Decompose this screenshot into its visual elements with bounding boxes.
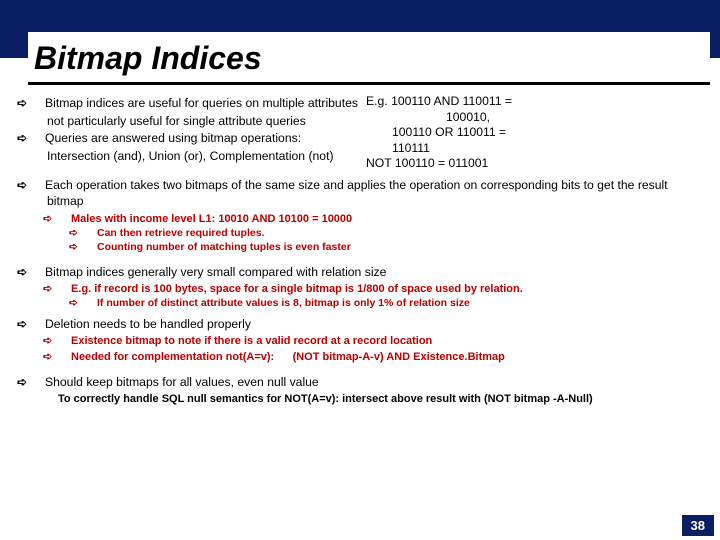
bullet-text: E.g. if record is 100 bytes, space for a… — [71, 283, 523, 295]
bullet-text: Queries are answered using bitmap operat… — [45, 131, 301, 145]
overlay-line: E.g. 100110 AND 110011 = — [366, 94, 512, 108]
title-box: Bitmap Indices — [28, 32, 710, 83]
overlay-line: NOT 100110 = 011001 — [366, 156, 488, 170]
bullet-text: Deletion needs to be handled properly — [45, 317, 251, 331]
bullet-text: Counting number of matching tuples is ev… — [97, 241, 351, 253]
sub-bullet: ➪Existence bitmap to note if there is a … — [58, 334, 702, 348]
bullet-text: Bitmap indices generally very small comp… — [45, 265, 386, 279]
bullet-text: Can then retrieve required tuples. — [97, 227, 264, 239]
arrow-icon: ➪ — [84, 241, 97, 254]
sub-bullet: ➪Males with income level L1: 10010 AND 1… — [58, 212, 702, 226]
arrow-icon: ➪ — [32, 131, 45, 147]
overlay-line: 100110 OR 110011 = — [392, 125, 506, 139]
bullet-text: Existence bitmap to note if there is a v… — [71, 335, 432, 347]
page-number: 38 — [682, 515, 714, 536]
overlay-line: 110111 — [392, 141, 430, 155]
sub-bullet: ➪E.g. if record is 100 bytes, space for … — [58, 282, 702, 296]
overlay-line: 100010, — [446, 110, 490, 124]
sub-bullet: ➪Needed for complementation not(A=v): (N… — [58, 350, 702, 364]
arrow-icon: ➪ — [58, 334, 71, 348]
arrow-icon: ➪ — [32, 375, 45, 391]
bullet-text: Intersection (and), Union (or), Compleme… — [47, 149, 334, 163]
slide-title: Bitmap Indices — [34, 40, 704, 77]
arrow-icon: ➪ — [58, 350, 71, 364]
sub-bullet: To correctly handle SQL null semantics f… — [58, 392, 702, 406]
sub-sub-bullet: ➪Counting number of matching tuples is e… — [84, 241, 702, 254]
arrow-icon: ➪ — [32, 265, 45, 281]
bullet-text: Males with income level L1: 10010 AND 10… — [71, 213, 352, 225]
bullet-text: Each operation takes two bitmaps of the … — [45, 178, 668, 208]
bullet-text: Bitmap indices are useful for queries on… — [45, 96, 358, 110]
arrow-icon: ➪ — [84, 227, 97, 240]
sub-sub-bullet: ➪If number of distinct attribute values … — [84, 297, 702, 310]
bullet: ➪Each operation takes two bitmaps of the… — [32, 178, 702, 209]
bullet-text: (NOT bitmap-A-v) AND Existence.Bitmap — [293, 351, 505, 363]
arrow-icon: ➪ — [58, 282, 71, 296]
bullet: ➪Bitmap indices generally very small com… — [32, 265, 702, 281]
bullet-text: Should keep bitmaps for all values, even… — [45, 375, 319, 389]
arrow-icon: ➪ — [84, 297, 97, 310]
arrow-icon: ➪ — [32, 317, 45, 333]
title-underline — [28, 82, 710, 85]
arrow-icon: ➪ — [58, 212, 71, 226]
bullet: ➪Deletion needs to be handled properly — [32, 317, 702, 333]
bullet-text: not particularly useful for single attri… — [47, 114, 306, 128]
arrow-icon: ➪ — [32, 96, 45, 112]
bullet-text: If number of distinct attribute values i… — [97, 297, 470, 309]
example-overlay: E.g. 100110 AND 110011 = 100010, 100110 … — [366, 94, 538, 172]
bullet-text: To correctly handle SQL null semantics f… — [58, 393, 593, 405]
sub-sub-bullet: ➪Can then retrieve required tuples. — [84, 227, 702, 240]
arrow-icon: ➪ — [32, 178, 45, 194]
slide-content: E.g. 100110 AND 110011 = 100010, 100110 … — [32, 94, 702, 406]
bullet: ➪Should keep bitmaps for all values, eve… — [32, 375, 702, 391]
bullet-text: Needed for complementation not(A=v): — [71, 351, 274, 363]
